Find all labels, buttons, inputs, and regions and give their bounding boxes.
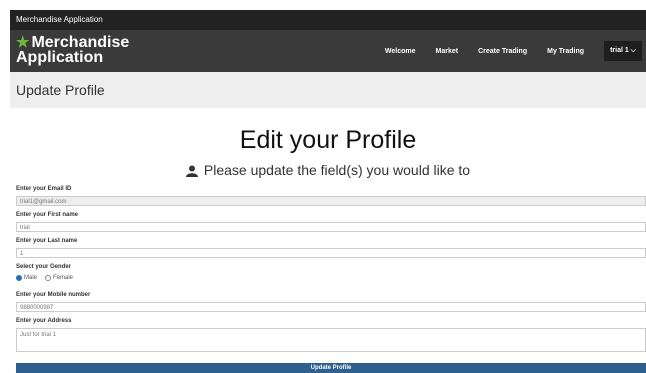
email-field[interactable]: trial1@gmail.com [16, 196, 646, 206]
address-label: Enter your Address [16, 318, 72, 324]
email-label: Enter your Email ID [16, 186, 72, 192]
nav-market[interactable]: Market [436, 48, 459, 55]
window-title: Merchandise Application [10, 10, 646, 30]
mobile-label: Enter your Mobile number [16, 292, 91, 298]
page-title: Update Profile [16, 82, 105, 98]
nav-create-trading[interactable]: Create Trading [478, 48, 527, 55]
gender-male-label: Male [24, 275, 38, 281]
first-name-label: Enter your First name [16, 212, 79, 218]
window-titlebar: Merchandise Application [0, 0, 646, 30]
nav-welcome[interactable]: Welcome [385, 48, 416, 55]
form-title: Edit your Profile [239, 126, 417, 154]
user-dropdown[interactable]: trial 1 ⌵ [604, 41, 642, 61]
update-profile-button[interactable]: Update Profile [16, 363, 646, 373]
brand[interactable]: ★ Merchandise Application [16, 35, 129, 66]
navbar: ★ Merchandise Application Welcome Market … [10, 30, 646, 72]
last-name-label: Enter your Last name [16, 238, 78, 244]
brand-line2: Application [16, 49, 104, 66]
nav-my-trading[interactable]: My Trading [547, 48, 584, 55]
user-icon [185, 165, 198, 178]
page-header: Update Profile [10, 72, 646, 109]
gender-female-label: Female [53, 275, 74, 281]
gender-male-radio[interactable] [16, 275, 22, 281]
first-name-field[interactable]: trial [16, 222, 646, 232]
mobile-field[interactable]: 9880000987 [16, 302, 646, 312]
nav-links: Welcome Market Create Trading My Trading… [385, 30, 646, 72]
form-content: Edit your Profile Please update the fiel… [10, 108, 646, 373]
last-name-field[interactable]: 1 [16, 248, 646, 258]
gender-female-radio[interactable] [45, 275, 52, 281]
gender-radio-group: Male Female [16, 275, 81, 281]
address-textarea[interactable]: Just for trial 1 [16, 328, 646, 352]
form-subtitle-text: Please update the field(s) you would lik… [203, 162, 471, 178]
form-subtitle: Please update the field(s) you would lik… [10, 162, 646, 178]
gender-label: Select your Gender [16, 264, 72, 270]
